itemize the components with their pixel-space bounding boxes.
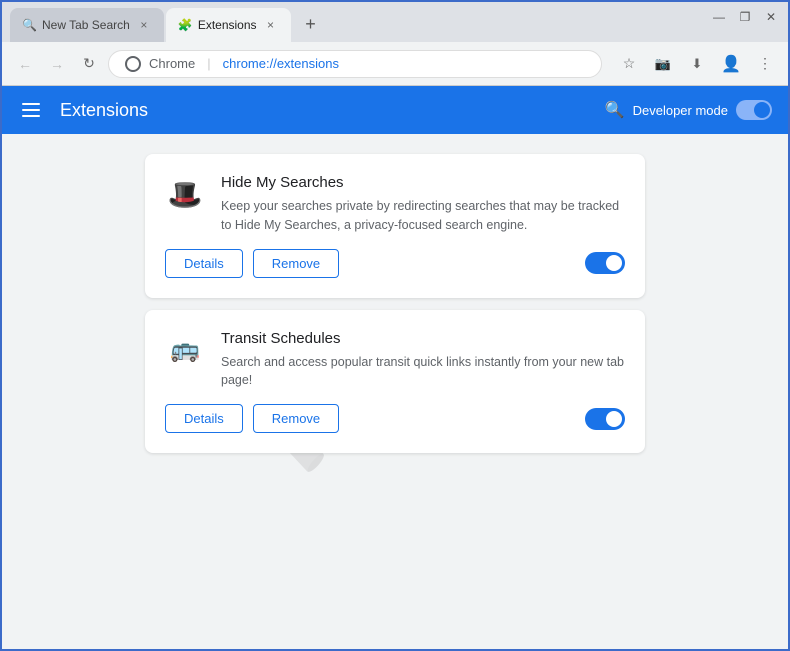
minimize-button[interactable]: — [712,10,726,24]
ext-desc-2: Search and access popular transit quick … [221,353,625,391]
ext-toggle-wrap-1 [585,252,625,274]
developer-mode-label: Developer mode [633,103,728,118]
details-button-1[interactable]: Details [165,249,243,278]
remove-button-1[interactable]: Remove [253,249,339,278]
ext-info-hide-my-searches: Hide My Searches Keep your searches priv… [221,174,625,235]
ext-enabled-toggle-1[interactable] [585,252,625,274]
bookmark-button[interactable]: ☆ [616,51,642,77]
extensions-list: 🎩 Hide My Searches Keep your searches pr… [145,154,645,453]
tab-extensions-close[interactable]: × [263,17,279,33]
ext-info-transit-schedules: Transit Schedules Search and access popu… [221,330,625,391]
tab-extensions-title: Extensions [198,18,257,32]
ext-toggle-wrap-2 [585,408,625,430]
chrome-cast-button[interactable]: 📷 [650,51,676,77]
tab-extensions[interactable]: 🧩 Extensions × [166,8,291,42]
download-icon-button[interactable]: ⬇ [684,51,710,77]
address-url: chrome://extensions [223,56,585,71]
address-right-icons: ☆ 📷 ⬇ 👤 ⋮ [616,51,778,77]
address-bar: ← → ↻ Chrome | chrome://extensions ☆ 📷 ⬇… [2,42,788,86]
address-separator: | [207,56,210,71]
ext-toggle-knob-2 [606,411,622,427]
ext-footer-1: Details Remove [165,249,625,278]
extensions-header: Extensions 🔍 Developer mode [2,86,788,134]
reload-button[interactable]: ↻ [76,51,102,77]
ext-card-2-header: 🚌 Transit Schedules Search and access po… [165,330,625,391]
menu-button[interactable]: ⋮ [752,51,778,77]
new-tab-button[interactable]: + [297,10,325,38]
developer-mode-section: 🔍 Developer mode [605,100,772,120]
ext-card-1-header: 🎩 Hide My Searches Keep your searches pr… [165,174,625,235]
tab-search-title: New Tab Search [42,18,130,32]
hamburger-menu[interactable] [18,99,44,121]
ext-name-2: Transit Schedules [221,330,625,347]
back-button[interactable]: ← [12,51,38,77]
hamburger-line-3 [22,115,40,117]
details-button-2[interactable]: Details [165,404,243,433]
hamburger-line-2 [22,109,40,111]
tab-extensions-icon: 🧩 [178,18,192,32]
ext-footer-2: Details Remove [165,404,625,433]
site-label: Chrome [149,56,195,71]
tab-bar-row: 🔍 New Tab Search × 🧩 Extensions × + — ❐ … [2,2,788,42]
window-controls: — ❐ ✕ [712,10,778,24]
tab-search-close[interactable]: × [136,17,152,33]
tab-search-icon: 🔍 [22,18,36,32]
address-input[interactable]: Chrome | chrome://extensions [108,50,602,78]
maximize-button[interactable]: ❐ [738,10,752,24]
ext-toggle-knob-1 [606,255,622,271]
extension-card-hide-my-searches: 🎩 Hide My Searches Keep your searches pr… [145,154,645,298]
site-globe-icon [125,56,141,72]
hamburger-line-1 [22,103,40,105]
extensions-content: 🔍 risk.com 🎩 Hide My Searches Keep your … [2,134,788,649]
ext-icon-hide-my-searches: 🎩 [165,174,205,214]
developer-mode-toggle[interactable] [736,100,772,120]
profile-button[interactable]: 👤 [718,51,744,77]
extensions-title: Extensions [60,100,589,121]
ext-desc-1: Keep your searches private by redirectin… [221,197,625,235]
ext-icon-transit-schedules: 🚌 [165,330,205,370]
tab-new-tab-search[interactable]: 🔍 New Tab Search × [10,8,164,42]
ext-name-1: Hide My Searches [221,174,625,191]
remove-button-2[interactable]: Remove [253,404,339,433]
extension-card-transit-schedules: 🚌 Transit Schedules Search and access po… [145,310,645,454]
forward-button[interactable]: → [44,51,70,77]
developer-mode-toggle-knob [754,102,770,118]
tab-bar: 🔍 New Tab Search × 🧩 Extensions × + [2,2,325,42]
ext-enabled-toggle-2[interactable] [585,408,625,430]
browser-frame: 🔍 New Tab Search × 🧩 Extensions × + — ❐ … [0,0,790,651]
search-icon-header[interactable]: 🔍 [605,100,625,120]
close-button[interactable]: ✕ [764,10,778,24]
